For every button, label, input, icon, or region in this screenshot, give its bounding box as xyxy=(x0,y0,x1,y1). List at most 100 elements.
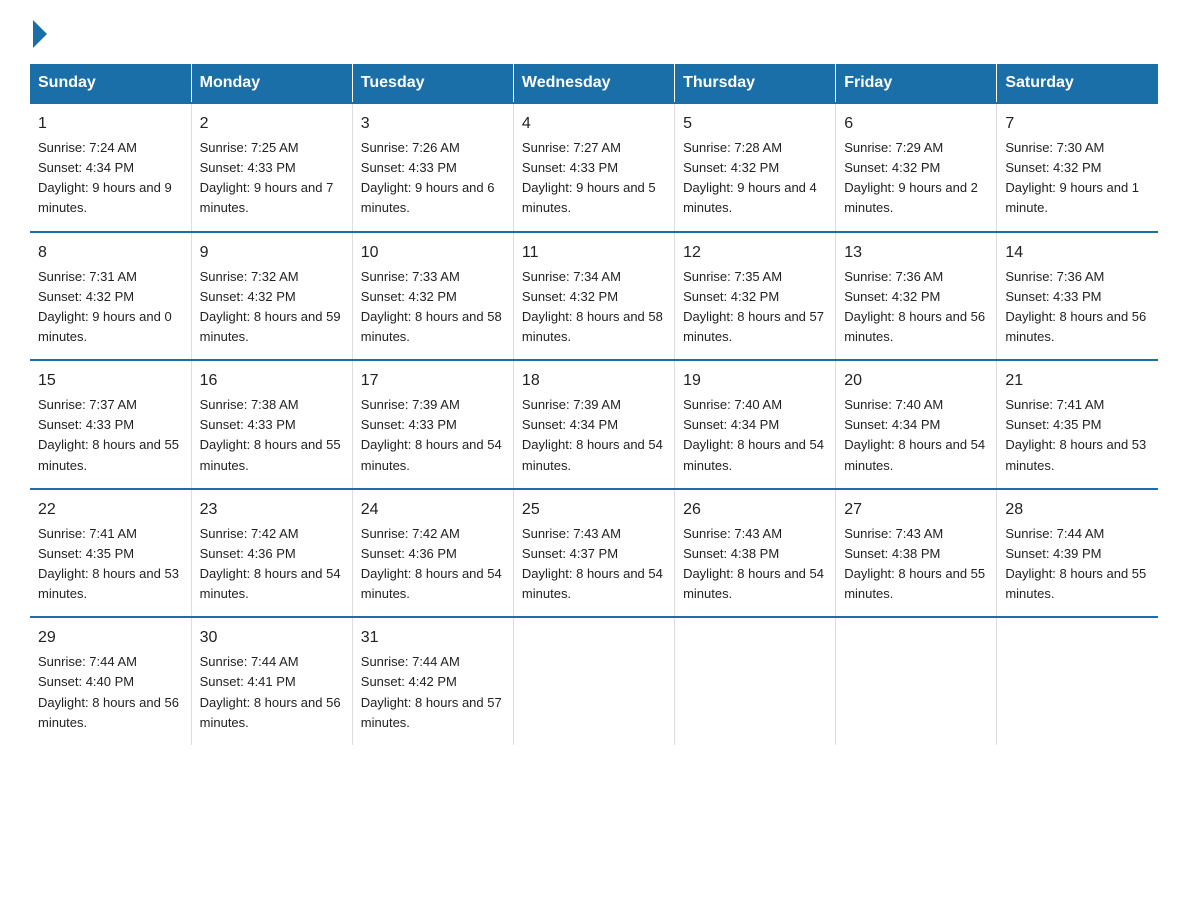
day-info: Sunrise: 7:44 AMSunset: 4:40 PMDaylight:… xyxy=(38,652,183,733)
day-cell: 29Sunrise: 7:44 AMSunset: 4:40 PMDayligh… xyxy=(30,617,191,745)
day-number: 2 xyxy=(200,112,344,136)
day-cell: 20Sunrise: 7:40 AMSunset: 4:34 PMDayligh… xyxy=(836,360,997,489)
day-cell: 16Sunrise: 7:38 AMSunset: 4:33 PMDayligh… xyxy=(191,360,352,489)
day-number: 25 xyxy=(522,498,666,522)
week-row-3: 15Sunrise: 7:37 AMSunset: 4:33 PMDayligh… xyxy=(30,360,1158,489)
day-cell xyxy=(997,617,1158,745)
day-info: Sunrise: 7:43 AMSunset: 4:38 PMDaylight:… xyxy=(683,524,827,605)
day-cell: 3Sunrise: 7:26 AMSunset: 4:33 PMDaylight… xyxy=(352,103,513,232)
day-number: 4 xyxy=(522,112,666,136)
day-info: Sunrise: 7:43 AMSunset: 4:38 PMDaylight:… xyxy=(844,524,988,605)
day-info: Sunrise: 7:32 AMSunset: 4:32 PMDaylight:… xyxy=(200,267,344,348)
day-number: 5 xyxy=(683,112,827,136)
header-saturday: Saturday xyxy=(997,64,1158,103)
day-cell: 21Sunrise: 7:41 AMSunset: 4:35 PMDayligh… xyxy=(997,360,1158,489)
day-info: Sunrise: 7:44 AMSunset: 4:42 PMDaylight:… xyxy=(361,652,505,733)
week-row-5: 29Sunrise: 7:44 AMSunset: 4:40 PMDayligh… xyxy=(30,617,1158,745)
day-info: Sunrise: 7:44 AMSunset: 4:41 PMDaylight:… xyxy=(200,652,344,733)
day-number: 27 xyxy=(844,498,988,522)
day-number: 23 xyxy=(200,498,344,522)
day-number: 11 xyxy=(522,241,666,265)
day-info: Sunrise: 7:38 AMSunset: 4:33 PMDaylight:… xyxy=(200,395,344,476)
day-cell: 12Sunrise: 7:35 AMSunset: 4:32 PMDayligh… xyxy=(675,232,836,361)
day-number: 10 xyxy=(361,241,505,265)
day-cell: 24Sunrise: 7:42 AMSunset: 4:36 PMDayligh… xyxy=(352,489,513,618)
day-cell xyxy=(675,617,836,745)
day-cell: 27Sunrise: 7:43 AMSunset: 4:38 PMDayligh… xyxy=(836,489,997,618)
day-number: 13 xyxy=(844,241,988,265)
day-cell: 4Sunrise: 7:27 AMSunset: 4:33 PMDaylight… xyxy=(513,103,674,232)
day-cell: 18Sunrise: 7:39 AMSunset: 4:34 PMDayligh… xyxy=(513,360,674,489)
day-cell: 19Sunrise: 7:40 AMSunset: 4:34 PMDayligh… xyxy=(675,360,836,489)
day-number: 26 xyxy=(683,498,827,522)
logo xyxy=(30,20,50,44)
header-thursday: Thursday xyxy=(675,64,836,103)
day-info: Sunrise: 7:41 AMSunset: 4:35 PMDaylight:… xyxy=(38,524,183,605)
day-number: 21 xyxy=(1005,369,1150,393)
day-info: Sunrise: 7:36 AMSunset: 4:33 PMDaylight:… xyxy=(1005,267,1150,348)
day-cell: 17Sunrise: 7:39 AMSunset: 4:33 PMDayligh… xyxy=(352,360,513,489)
day-info: Sunrise: 7:40 AMSunset: 4:34 PMDaylight:… xyxy=(683,395,827,476)
day-info: Sunrise: 7:36 AMSunset: 4:32 PMDaylight:… xyxy=(844,267,988,348)
day-number: 8 xyxy=(38,241,183,265)
day-cell: 1Sunrise: 7:24 AMSunset: 4:34 PMDaylight… xyxy=(30,103,191,232)
day-cell: 5Sunrise: 7:28 AMSunset: 4:32 PMDaylight… xyxy=(675,103,836,232)
day-info: Sunrise: 7:33 AMSunset: 4:32 PMDaylight:… xyxy=(361,267,505,348)
day-info: Sunrise: 7:26 AMSunset: 4:33 PMDaylight:… xyxy=(361,138,505,219)
day-info: Sunrise: 7:41 AMSunset: 4:35 PMDaylight:… xyxy=(1005,395,1150,476)
day-cell xyxy=(513,617,674,745)
day-number: 20 xyxy=(844,369,988,393)
day-cell: 10Sunrise: 7:33 AMSunset: 4:32 PMDayligh… xyxy=(352,232,513,361)
day-cell xyxy=(836,617,997,745)
day-number: 12 xyxy=(683,241,827,265)
day-info: Sunrise: 7:29 AMSunset: 4:32 PMDaylight:… xyxy=(844,138,988,219)
day-cell: 22Sunrise: 7:41 AMSunset: 4:35 PMDayligh… xyxy=(30,489,191,618)
day-info: Sunrise: 7:42 AMSunset: 4:36 PMDaylight:… xyxy=(361,524,505,605)
calendar-table: SundayMondayTuesdayWednesdayThursdayFrid… xyxy=(30,64,1158,745)
day-number: 29 xyxy=(38,626,183,650)
day-number: 19 xyxy=(683,369,827,393)
header-sunday: Sunday xyxy=(30,64,191,103)
day-cell: 25Sunrise: 7:43 AMSunset: 4:37 PMDayligh… xyxy=(513,489,674,618)
day-cell: 11Sunrise: 7:34 AMSunset: 4:32 PMDayligh… xyxy=(513,232,674,361)
day-info: Sunrise: 7:39 AMSunset: 4:34 PMDaylight:… xyxy=(522,395,666,476)
day-info: Sunrise: 7:24 AMSunset: 4:34 PMDaylight:… xyxy=(38,138,183,219)
day-cell: 6Sunrise: 7:29 AMSunset: 4:32 PMDaylight… xyxy=(836,103,997,232)
day-cell: 15Sunrise: 7:37 AMSunset: 4:33 PMDayligh… xyxy=(30,360,191,489)
header-wednesday: Wednesday xyxy=(513,64,674,103)
day-number: 31 xyxy=(361,626,505,650)
day-cell: 23Sunrise: 7:42 AMSunset: 4:36 PMDayligh… xyxy=(191,489,352,618)
day-info: Sunrise: 7:40 AMSunset: 4:34 PMDaylight:… xyxy=(844,395,988,476)
day-info: Sunrise: 7:25 AMSunset: 4:33 PMDaylight:… xyxy=(200,138,344,219)
day-number: 28 xyxy=(1005,498,1150,522)
day-number: 30 xyxy=(200,626,344,650)
day-cell: 28Sunrise: 7:44 AMSunset: 4:39 PMDayligh… xyxy=(997,489,1158,618)
day-number: 18 xyxy=(522,369,666,393)
header-friday: Friday xyxy=(836,64,997,103)
day-cell: 9Sunrise: 7:32 AMSunset: 4:32 PMDaylight… xyxy=(191,232,352,361)
day-info: Sunrise: 7:31 AMSunset: 4:32 PMDaylight:… xyxy=(38,267,183,348)
day-number: 17 xyxy=(361,369,505,393)
day-cell: 26Sunrise: 7:43 AMSunset: 4:38 PMDayligh… xyxy=(675,489,836,618)
day-number: 16 xyxy=(200,369,344,393)
day-number: 7 xyxy=(1005,112,1150,136)
week-row-4: 22Sunrise: 7:41 AMSunset: 4:35 PMDayligh… xyxy=(30,489,1158,618)
day-info: Sunrise: 7:42 AMSunset: 4:36 PMDaylight:… xyxy=(200,524,344,605)
day-number: 6 xyxy=(844,112,988,136)
week-row-2: 8Sunrise: 7:31 AMSunset: 4:32 PMDaylight… xyxy=(30,232,1158,361)
day-number: 24 xyxy=(361,498,505,522)
header-tuesday: Tuesday xyxy=(352,64,513,103)
day-info: Sunrise: 7:34 AMSunset: 4:32 PMDaylight:… xyxy=(522,267,666,348)
day-info: Sunrise: 7:37 AMSunset: 4:33 PMDaylight:… xyxy=(38,395,183,476)
day-cell: 30Sunrise: 7:44 AMSunset: 4:41 PMDayligh… xyxy=(191,617,352,745)
header xyxy=(30,20,1158,44)
day-cell: 2Sunrise: 7:25 AMSunset: 4:33 PMDaylight… xyxy=(191,103,352,232)
logo-arrow-icon xyxy=(33,20,47,48)
day-cell: 14Sunrise: 7:36 AMSunset: 4:33 PMDayligh… xyxy=(997,232,1158,361)
day-number: 22 xyxy=(38,498,183,522)
day-info: Sunrise: 7:43 AMSunset: 4:37 PMDaylight:… xyxy=(522,524,666,605)
day-number: 1 xyxy=(38,112,183,136)
day-cell: 13Sunrise: 7:36 AMSunset: 4:32 PMDayligh… xyxy=(836,232,997,361)
day-number: 15 xyxy=(38,369,183,393)
day-info: Sunrise: 7:35 AMSunset: 4:32 PMDaylight:… xyxy=(683,267,827,348)
